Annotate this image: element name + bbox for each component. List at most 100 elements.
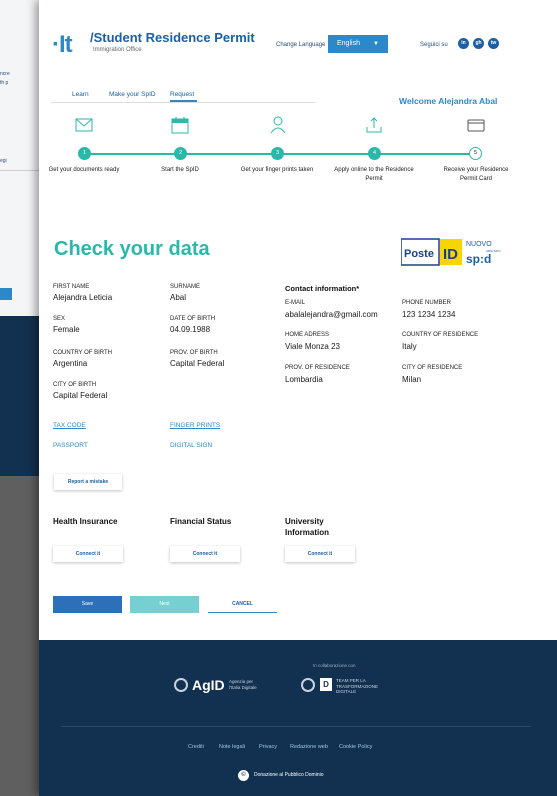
dob-value: 04.09.1988 bbox=[170, 325, 211, 334]
step-5-label: Receive your Residence Permit Card bbox=[443, 167, 509, 182]
tab-make-spid[interactable]: Make your SpID bbox=[109, 91, 156, 98]
envelope-icon bbox=[75, 118, 93, 132]
connect-university-button[interactable]: Connect it bbox=[285, 546, 355, 562]
background-text: ncre th p bbox=[0, 71, 10, 86]
dob-label: DATE OF BIRTH bbox=[170, 316, 216, 322]
italian-emblem-icon bbox=[301, 678, 315, 692]
step-3-marker: 3 bbox=[271, 147, 284, 160]
footer-link-note-legali[interactable]: Note legali bbox=[219, 744, 245, 750]
tax-code-link[interactable]: TAX CODE bbox=[53, 422, 86, 429]
welcome-message: Welcome Alejandra Abal bbox=[399, 96, 498, 106]
team-digitale-subtitle: TEAM PER LA TRASFORMAZIONE DIGITALE bbox=[336, 678, 379, 694]
tab-learn[interactable]: Learn bbox=[72, 91, 89, 98]
sex-value: Female bbox=[53, 325, 80, 334]
finger-prints-link[interactable]: FINGER PRINTS bbox=[170, 422, 220, 429]
twitter-icon[interactable]: tw bbox=[488, 38, 499, 49]
cancel-button[interactable]: CANCEL bbox=[208, 596, 277, 613]
phone-label: PHONE NUMBER bbox=[402, 300, 452, 306]
active-tab-indicator bbox=[170, 100, 197, 102]
agid-subtitle: Agenzia per l'Italia Digitale bbox=[229, 679, 257, 690]
svg-text:Poste: Poste bbox=[404, 248, 434, 260]
tabs-divider bbox=[51, 102, 316, 103]
agid-logo[interactable]: AgID bbox=[192, 677, 225, 693]
city-birth-value: Capital Federal bbox=[53, 391, 108, 400]
city-residence-value: Milan bbox=[402, 375, 422, 384]
team-digitale-logo[interactable]: D bbox=[320, 678, 332, 691]
phone-value: 123 1234 1234 bbox=[402, 310, 456, 319]
step-4-label: Apply online to the Residence Permit bbox=[334, 167, 414, 182]
footer-link-crediti[interactable]: Crediti bbox=[188, 744, 204, 750]
step-1-marker: 1 bbox=[78, 147, 91, 160]
step-5-marker: 5 bbox=[469, 147, 482, 160]
connect-health-button[interactable]: Connect it bbox=[53, 546, 123, 562]
country-birth-value: Argentina bbox=[53, 359, 88, 368]
next-button[interactable]: Next bbox=[130, 596, 199, 613]
upload-icon bbox=[366, 117, 382, 133]
page: ·It /Student Residence Permit Immigratio… bbox=[39, 0, 557, 796]
linkedin-icon[interactable]: in bbox=[458, 38, 469, 49]
city-birth-label: CITY OF BIRTH bbox=[53, 382, 97, 388]
prov-residence-value: Lombardia bbox=[285, 375, 323, 384]
italia-logo[interactable]: ·It bbox=[52, 31, 73, 59]
address-value: Viale Monza 23 bbox=[285, 342, 340, 351]
country-residence-label: COUNTRY OF RESIDENCE bbox=[402, 332, 479, 338]
italian-emblem-icon bbox=[174, 678, 188, 692]
sex-label: SEX bbox=[53, 316, 66, 322]
public-domain-icon: © bbox=[238, 770, 249, 781]
address-label: HOME ADRESS bbox=[285, 332, 330, 338]
background-text: egi bbox=[0, 158, 7, 164]
calendar-icon bbox=[171, 117, 189, 134]
footer-divider bbox=[61, 726, 531, 727]
background-button bbox=[0, 288, 12, 300]
svg-text:sp:d: sp:d bbox=[466, 252, 491, 266]
step-3-label: Get your finger prints taken bbox=[240, 167, 314, 173]
first-name-value: Alejandra Leticia bbox=[53, 293, 113, 302]
footer-link-privacy[interactable]: Privacy bbox=[259, 744, 277, 750]
step-2-marker: 2 bbox=[174, 147, 187, 160]
university-information-heading: University Information bbox=[285, 517, 329, 537]
footer-link-redazione-web[interactable]: Redazione web bbox=[290, 744, 328, 750]
language-select[interactable]: English ▼ bbox=[328, 35, 388, 53]
passport-link[interactable]: PASSPORT bbox=[53, 442, 88, 449]
footer-link-cookie-policy[interactable]: Cookie Policy bbox=[339, 744, 372, 750]
digital-sign-link[interactable]: DIGITAL SIGN bbox=[170, 442, 212, 449]
svg-text:ID: ID bbox=[443, 246, 458, 263]
prov-birth-label: PROV. OF BIRTH bbox=[170, 350, 218, 356]
card-icon bbox=[467, 119, 485, 132]
country-birth-label: COUNTRY OF BIRTH bbox=[53, 350, 113, 356]
language-value: English bbox=[337, 40, 360, 47]
poste-id-spid-logo: Poste ID NUOVO ABILITATO sp:d bbox=[401, 238, 502, 266]
site-title[interactable]: /Student Residence Permit bbox=[90, 30, 255, 45]
github-icon[interactable]: gh bbox=[473, 38, 484, 49]
email-label: E-MAIL bbox=[285, 300, 306, 306]
footer: In collaborazione con AgID Agenzia per l'… bbox=[39, 640, 557, 796]
city-residence-label: CITY OF RESIDENCE bbox=[402, 365, 463, 371]
financial-status-heading: Financial Status bbox=[170, 517, 232, 526]
page-title: Check your data bbox=[54, 238, 210, 260]
person-icon bbox=[270, 116, 286, 134]
chevron-down-icon: ▼ bbox=[373, 41, 379, 47]
contact-heading: Contact information* bbox=[285, 284, 360, 293]
change-language-label: Change Language bbox=[276, 42, 326, 48]
step-1-label: Get your documents ready bbox=[48, 167, 120, 173]
public-domain-text[interactable]: Donazione al Pubblico Dominio bbox=[254, 772, 324, 778]
step-2-label: Start the SpID bbox=[161, 167, 199, 173]
tab-request[interactable]: Request bbox=[170, 91, 194, 98]
save-button[interactable]: Save bbox=[53, 596, 122, 613]
first-name-label: FIRST NAME bbox=[53, 284, 90, 290]
country-residence-value: Italy bbox=[402, 342, 417, 351]
svg-text:NUOVO: NUOVO bbox=[466, 241, 492, 248]
email-value: abalalejandra@gmail.com bbox=[285, 310, 378, 319]
report-mistake-button[interactable]: Report a mistake bbox=[54, 474, 122, 490]
health-insurance-heading: Health Insurance bbox=[53, 517, 118, 526]
collaboration-label: In collaborazione con bbox=[313, 663, 356, 668]
surname-value: Abal bbox=[170, 293, 187, 302]
step-4-marker: 4 bbox=[368, 147, 381, 160]
prov-residence-label: PROV. OF RESIDENCE bbox=[285, 365, 350, 371]
site-subtitle: Immigration Office bbox=[93, 47, 142, 53]
prov-birth-value: Capital Federal bbox=[170, 359, 225, 368]
connect-financial-button[interactable]: Connect it bbox=[170, 546, 240, 562]
background-footer bbox=[0, 316, 40, 476]
follow-label: Seguici su bbox=[420, 42, 448, 48]
surname-label: SURNAME bbox=[170, 284, 201, 290]
